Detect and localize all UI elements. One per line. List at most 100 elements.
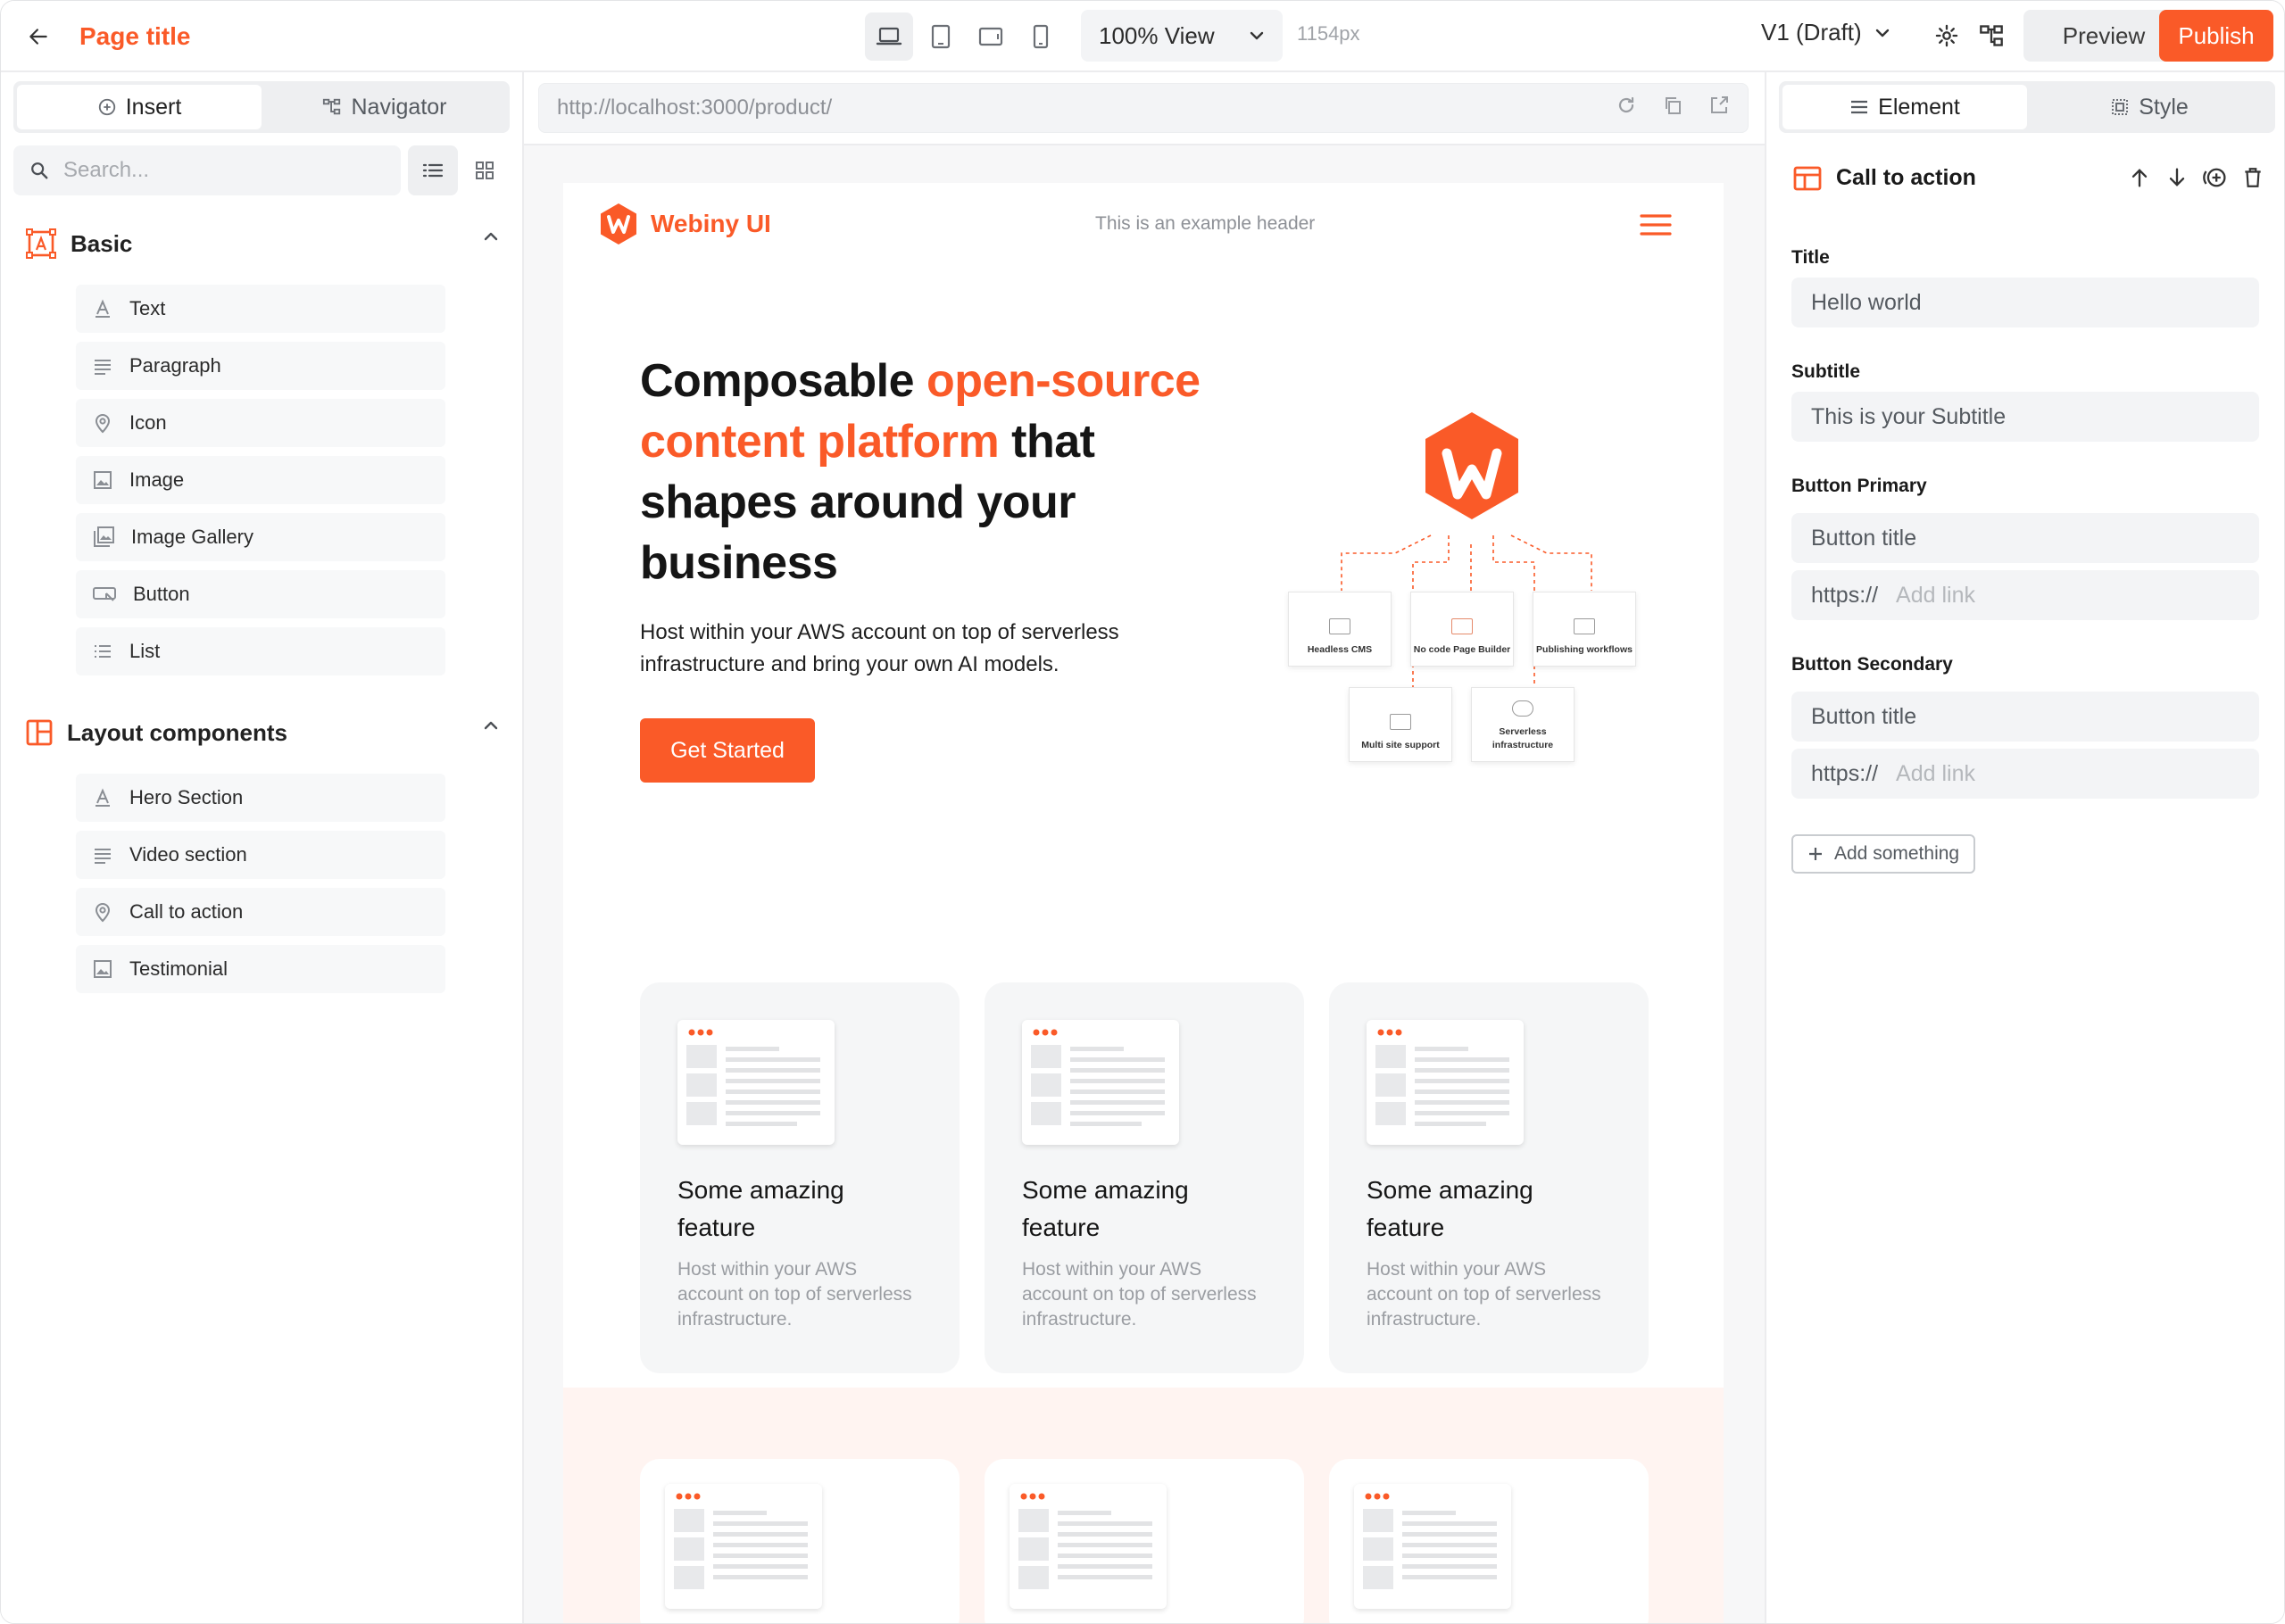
feature-card[interactable]	[1329, 1459, 1649, 1623]
site-logo-text: Webiny UI	[651, 210, 771, 237]
block-item-label: Call to action	[129, 900, 244, 923]
block-item-label: Paragraph	[129, 354, 221, 377]
text-box-icon	[26, 228, 56, 259]
window-icon	[1329, 618, 1350, 634]
feature-thumbnail	[677, 1020, 835, 1145]
publish-button[interactable]: Publish	[2159, 10, 2273, 62]
arrow-up-icon[interactable]	[2127, 165, 2152, 190]
pin-icon	[92, 412, 113, 434]
feature-card[interactable]: Some amazing feature Host within your AW…	[1329, 982, 1649, 1373]
get-started-button[interactable]: Get Started	[640, 718, 815, 783]
subtitle-input-value: This is your Subtitle	[1811, 403, 2007, 429]
webiny-logo-icon	[599, 203, 638, 245]
link-placeholder: Add link	[1896, 582, 1975, 608]
search-icon	[29, 161, 49, 180]
tablet-icon[interactable]	[917, 12, 965, 61]
primary-link-input[interactable]: https:// Add link	[1791, 570, 2259, 620]
open-external-icon[interactable]	[1708, 95, 1730, 116]
secondary-button-title-placeholder: Button title	[1811, 703, 1917, 729]
block-item-call-to-action[interactable]: Call to action	[76, 888, 445, 936]
block-item-icon[interactable]: Icon	[76, 399, 445, 447]
block-item-image-gallery[interactable]: Image Gallery	[76, 513, 445, 561]
element-header: Call to action	[1793, 165, 1976, 191]
group-layout-title: Layout components	[67, 718, 288, 746]
chevron-up-icon[interactable]	[483, 720, 499, 731]
search-box	[13, 145, 401, 195]
page-title[interactable]: Page title	[79, 20, 190, 54]
subtitle-input[interactable]: This is your Subtitle	[1791, 392, 2259, 442]
block-item-hero-section[interactable]: Hero Section	[76, 774, 445, 822]
secondary-button-title-input[interactable]: Button title	[1791, 692, 2259, 742]
tab-style[interactable]: Style	[2027, 85, 2272, 129]
add-something-button[interactable]: Add something	[1791, 834, 1976, 874]
mobile-icon[interactable]	[1017, 12, 1065, 61]
feature-card[interactable]: Some amazing feature Host within your AW…	[640, 982, 960, 1373]
feature-text: Host within your AWS account on top of s…	[1367, 1259, 1601, 1330]
search-input[interactable]	[63, 158, 385, 183]
block-item-label: List	[129, 640, 161, 662]
arrow-down-icon[interactable]	[2165, 165, 2189, 190]
primary-button-title-input[interactable]: Button title	[1791, 513, 2259, 563]
link-prefix: https://	[1811, 582, 1879, 608]
zoom-select[interactable]: 100% View	[1081, 10, 1283, 62]
plus-icon	[1807, 846, 1824, 862]
site-logo[interactable]: Webiny UI	[599, 203, 771, 245]
title-input[interactable]: Hello world	[1791, 278, 2259, 327]
block-item-label: Video section	[129, 843, 247, 866]
chevron-up-icon[interactable]	[483, 231, 499, 242]
version-select[interactable]: V1 (Draft)	[1761, 19, 1890, 46]
element-name: Call to action	[1836, 165, 1976, 190]
block-item-text[interactable]: Text	[76, 285, 445, 333]
architecture-diagram: Headless CMS No code Page Builder Publis…	[1288, 402, 1663, 762]
paragraph-icon	[92, 844, 113, 866]
duplicate-icon[interactable]	[2202, 165, 2229, 190]
width-readout: 1154px	[1297, 22, 1360, 45]
diagram-label: Serverless infrastructure	[1491, 726, 1554, 750]
gallery-icon	[92, 526, 115, 549]
site-header-text: This is an example header	[1095, 213, 1316, 234]
refresh-icon[interactable]	[1616, 95, 1637, 116]
url-actions	[1616, 95, 1730, 116]
block-item-testimonial[interactable]: Testimonial	[76, 945, 445, 993]
primary-button-title-placeholder: Button title	[1811, 525, 1917, 551]
top-bar: Page title 100% View 1154px V1 (Draft) P…	[1, 1, 2284, 72]
preview-url-bar[interactable]: http://localhost:3000/product/	[538, 83, 1749, 133]
secondary-link-input[interactable]: https:// Add link	[1791, 749, 2259, 799]
block-item-paragraph[interactable]: Paragraph	[76, 342, 445, 390]
tab-element[interactable]: Element	[1782, 85, 2027, 129]
style-icon	[2110, 97, 2130, 117]
tab-navigator[interactable]: Navigator	[262, 85, 506, 129]
list-view-button[interactable]	[408, 145, 458, 195]
copy-icon[interactable]	[1662, 95, 1683, 116]
tab-insert[interactable]: Insert	[17, 85, 262, 129]
hamburger-menu-icon[interactable]	[1640, 213, 1672, 236]
block-item-button[interactable]: Button	[76, 570, 445, 618]
layout-icon	[1793, 166, 1822, 191]
block-item-video-section[interactable]: Video section	[76, 831, 445, 879]
tree-icon[interactable]	[1973, 18, 2009, 54]
tab-element-label: Element	[1878, 94, 1960, 120]
feature-text: Host within your AWS account on top of s…	[677, 1259, 912, 1330]
laptop-icon[interactable]	[865, 12, 913, 61]
feature-card[interactable]: Some amazing feature Host within your AW…	[985, 982, 1304, 1373]
tablet-landscape-icon[interactable]	[967, 12, 1015, 61]
image-icon	[92, 958, 113, 980]
trash-icon[interactable]	[2241, 165, 2264, 190]
grid-view-button[interactable]	[460, 145, 510, 195]
link-placeholder: Add link	[1896, 760, 1975, 786]
feature-card[interactable]	[985, 1459, 1304, 1623]
feature-card[interactable]	[640, 1459, 960, 1623]
link-prefix: https://	[1811, 760, 1879, 786]
gear-icon[interactable]	[1929, 18, 1965, 54]
block-item-image[interactable]: Image	[76, 456, 445, 504]
group-basic-header[interactable]: Basic	[26, 224, 499, 263]
cloud-icon	[1512, 700, 1533, 717]
back-arrow-icon[interactable]	[22, 21, 54, 53]
tab-insert-label: Insert	[125, 94, 182, 120]
tree-icon	[321, 97, 343, 117]
list-icon	[92, 641, 113, 662]
stack-icon	[1390, 714, 1411, 730]
block-item-list[interactable]: List	[76, 627, 445, 675]
group-layout-header[interactable]: Layout components	[26, 713, 499, 752]
feature-title: Some amazing feature	[1367, 1176, 1533, 1241]
